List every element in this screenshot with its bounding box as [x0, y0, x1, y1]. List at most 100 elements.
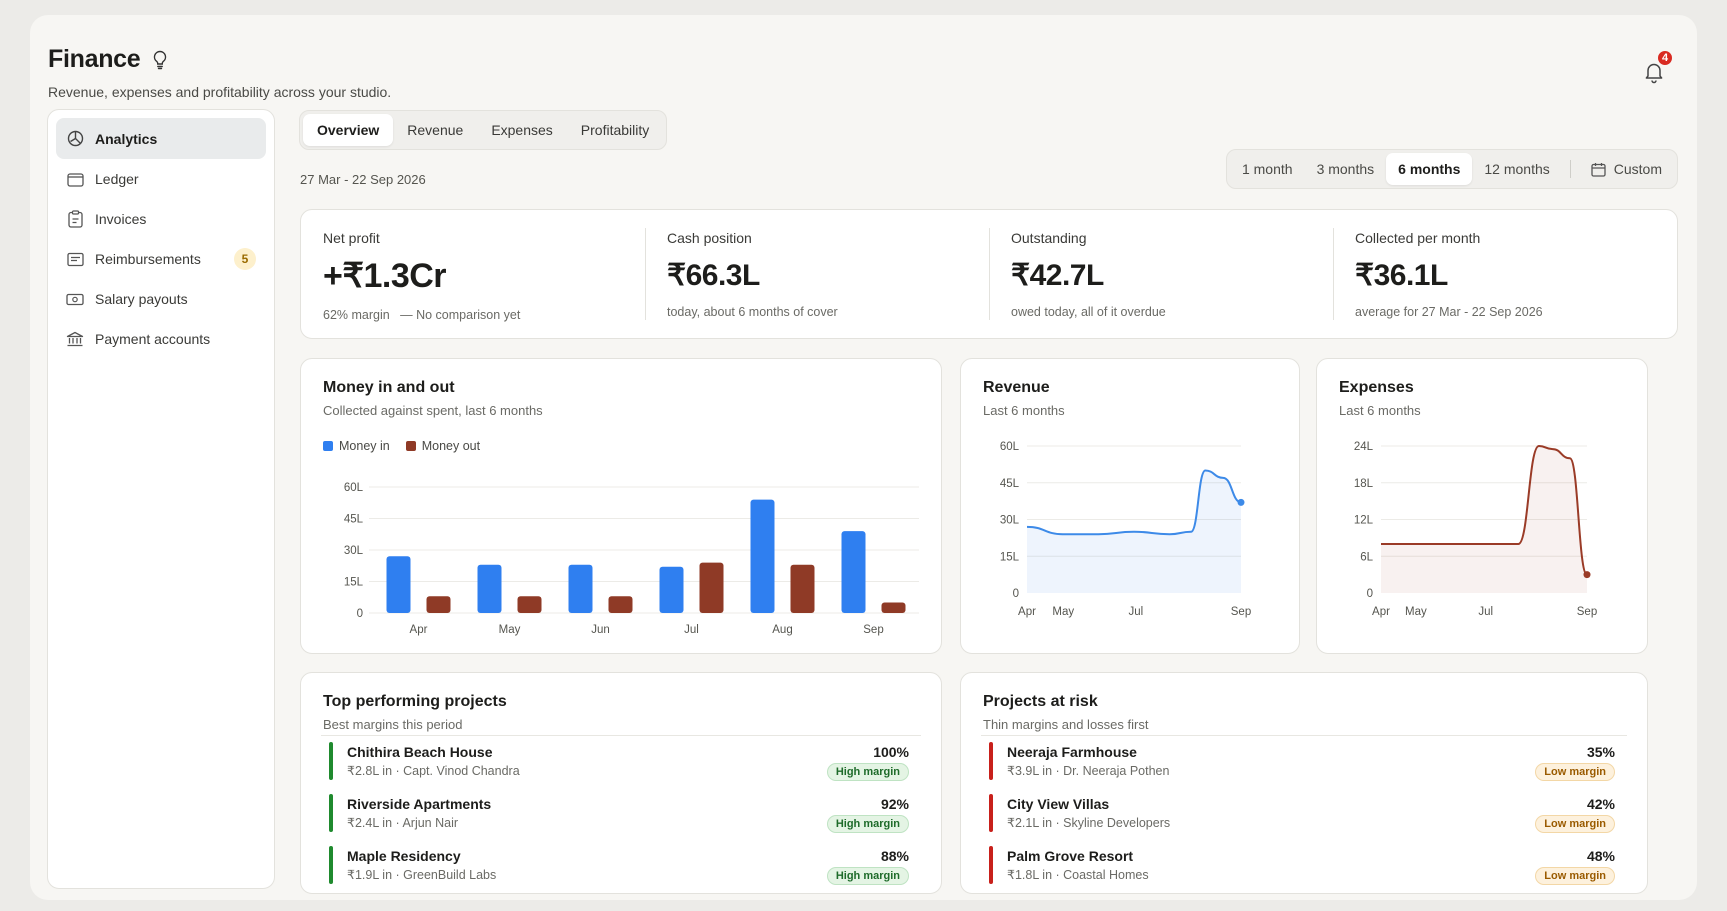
bar-money-out: [517, 596, 542, 613]
period-12-months[interactable]: 12 months: [1472, 153, 1561, 185]
custom-label: Custom: [1613, 161, 1662, 177]
bar-money-out: [790, 564, 815, 613]
sidebar-item-payment-accounts[interactable]: Payment accounts: [56, 319, 266, 359]
card-title: Expenses: [1339, 379, 1414, 396]
banknote-icon: [66, 290, 84, 308]
notification-bell-icon[interactable]: 4: [1639, 49, 1674, 87]
page-subtitle: Revenue, expenses and profitability acro…: [48, 84, 392, 100]
bar-money-out: [426, 596, 451, 613]
project-name: Palm Grove Resort: [1007, 848, 1134, 864]
margin-indicator: [989, 794, 993, 832]
kpi-net-profit: Net profit +₹1.3Cr 62% margin — No compa…: [301, 210, 645, 338]
tab-revenue[interactable]: Revenue: [393, 114, 477, 146]
x-tick-label: Sep: [1577, 606, 1597, 618]
y-tick-label: 45L: [1000, 478, 1020, 490]
last-point-marker: [1583, 571, 1591, 579]
calendar-icon: [1591, 162, 1606, 177]
expenses-card: 0 6L 12L 18L 24L Apr May Jul Sep Expenses Last 6…: [1316, 358, 1648, 654]
y-tick-label: 30L: [1000, 515, 1020, 527]
sidebar-item-label: Payment accounts: [95, 331, 211, 347]
legend-label: Money in: [339, 439, 390, 453]
bar-money-in: [841, 531, 866, 613]
period-6-months[interactable]: 6 months: [1386, 153, 1473, 185]
list-item[interactable]: Palm Grove Resort ₹1.8L in · Coastal Hom…: [981, 840, 1627, 892]
project-name: Neeraja Farmhouse: [1007, 744, 1137, 760]
list-item[interactable]: Neeraja Farmhouse ₹3.9L in · Dr. Neeraja…: [981, 736, 1627, 788]
tab-expenses[interactable]: Expenses: [477, 114, 566, 146]
margin-indicator: [989, 846, 993, 884]
sidebar-item-analytics[interactable]: Analytics: [56, 118, 266, 159]
sidebar-item-salary-payouts[interactable]: Salary payouts: [56, 279, 266, 319]
project-name: Chithira Beach House: [347, 744, 493, 760]
sidebar-item-label: Salary payouts: [95, 291, 188, 307]
x-tick-label: Apr: [1372, 606, 1390, 618]
sidebar-item-ledger[interactable]: Ledger: [56, 159, 266, 199]
list-item[interactable]: Chithira Beach House ₹2.8L in · Capt. Vi…: [321, 736, 921, 788]
kpi-sub: owed today, all of it overdue: [1011, 305, 1166, 319]
lightbulb-icon[interactable]: [152, 50, 168, 70]
revenue-card: 0 15L 30L 45L 60L Apr May Jul Sep Revenue Last 6…: [960, 358, 1300, 654]
bar-money-in: [386, 556, 411, 613]
kpi-value: ₹66.3L: [667, 259, 760, 292]
tab-profitability[interactable]: Profitability: [567, 114, 663, 146]
x-tick-label: Aug: [772, 624, 792, 636]
kpi-sub: average for 27 Mar - 22 Sep 2026: [1355, 305, 1543, 319]
kpi-summary: Net profit +₹1.3Cr 62% margin — No compa…: [300, 209, 1678, 339]
project-meta: ₹3.9L in · Dr. Neeraja Pothen: [1007, 764, 1170, 778]
y-tick-label: 15L: [1000, 551, 1020, 563]
card-subtitle: Last 6 months: [983, 403, 1065, 418]
kpi-sub: today, about 6 months of cover: [667, 305, 838, 319]
x-tick-label: Sep: [863, 624, 883, 636]
project-margin: 88%: [880, 848, 909, 864]
margin-indicator: [989, 742, 993, 780]
margin-badge: High margin: [826, 763, 909, 781]
kpi-value: +₹1.3Cr: [323, 257, 447, 295]
bar-money-in: [477, 564, 502, 613]
list-item[interactable]: Riverside Apartments ₹2.4L in · Arjun Na…: [321, 788, 921, 840]
sidebar-item-reimbursements[interactable]: Reimbursements 5: [56, 239, 266, 279]
margin-badge: High margin: [826, 867, 909, 885]
x-tick-label: Jun: [591, 624, 610, 636]
notification-count-badge: 4: [1656, 49, 1674, 67]
sidebar-item-label: Analytics: [95, 130, 158, 147]
sidebar-item-invoices[interactable]: Invoices: [56, 199, 266, 239]
project-margin: 48%: [1586, 848, 1615, 864]
bar-money-out: [608, 596, 633, 613]
card-title: Money in and out: [323, 379, 455, 396]
sidebar-item-label: Invoices: [95, 211, 147, 227]
x-tick-label: Apr: [1018, 606, 1036, 618]
top-projects-card: Top performing projects Best margins thi…: [300, 672, 942, 894]
margin-badge: Low margin: [1535, 763, 1615, 781]
sidebar-item-label: Reimbursements: [95, 251, 201, 267]
risk-projects-list: Neeraja Farmhouse ₹3.9L in · Dr. Neeraja…: [981, 735, 1627, 892]
bar-money-out: [699, 562, 724, 613]
kpi-label: Collected per month: [1355, 230, 1481, 246]
y-tick-label: 0: [357, 608, 363, 620]
x-tick-label: May: [1405, 606, 1427, 618]
card-title: Projects at risk: [983, 693, 1098, 710]
kpi-comparison: — No comparison yet: [400, 308, 521, 322]
bar-money-in: [659, 566, 684, 613]
x-tick-label: Apr: [410, 624, 428, 636]
card-title: Revenue: [983, 379, 1050, 396]
x-tick-label: Jul: [1128, 606, 1143, 618]
tab-overview[interactable]: Overview: [303, 114, 394, 146]
x-tick-label: May: [499, 624, 521, 636]
period-3-months[interactable]: 3 months: [1305, 153, 1387, 185]
last-point-marker: [1237, 498, 1245, 506]
sidebar-item-label: Ledger: [95, 171, 139, 187]
period-custom-button[interactable]: Custom: [1579, 153, 1674, 185]
kpi-cash-position: Cash position ₹66.3L today, about 6 mont…: [645, 210, 989, 338]
y-tick-label: 18L: [1354, 478, 1374, 490]
period-divider: [1569, 160, 1571, 178]
legend-swatch: [405, 441, 416, 451]
y-tick-label: 0: [1013, 588, 1019, 600]
page-header: Finance Revenue, expenses and profitabil…: [48, 29, 1679, 100]
period-1-month[interactable]: 1 month: [1230, 153, 1305, 185]
receipt-icon: [66, 250, 84, 268]
list-item[interactable]: Maple Residency ₹1.9L in · GreenBuild La…: [321, 840, 921, 892]
list-item[interactable]: City View Villas ₹2.1L in · Skyline Deve…: [981, 788, 1627, 840]
kpi-label: Outstanding: [1011, 230, 1087, 246]
y-tick-label: 0: [1367, 588, 1373, 600]
kpi-value: ₹36.1L: [1355, 259, 1448, 292]
